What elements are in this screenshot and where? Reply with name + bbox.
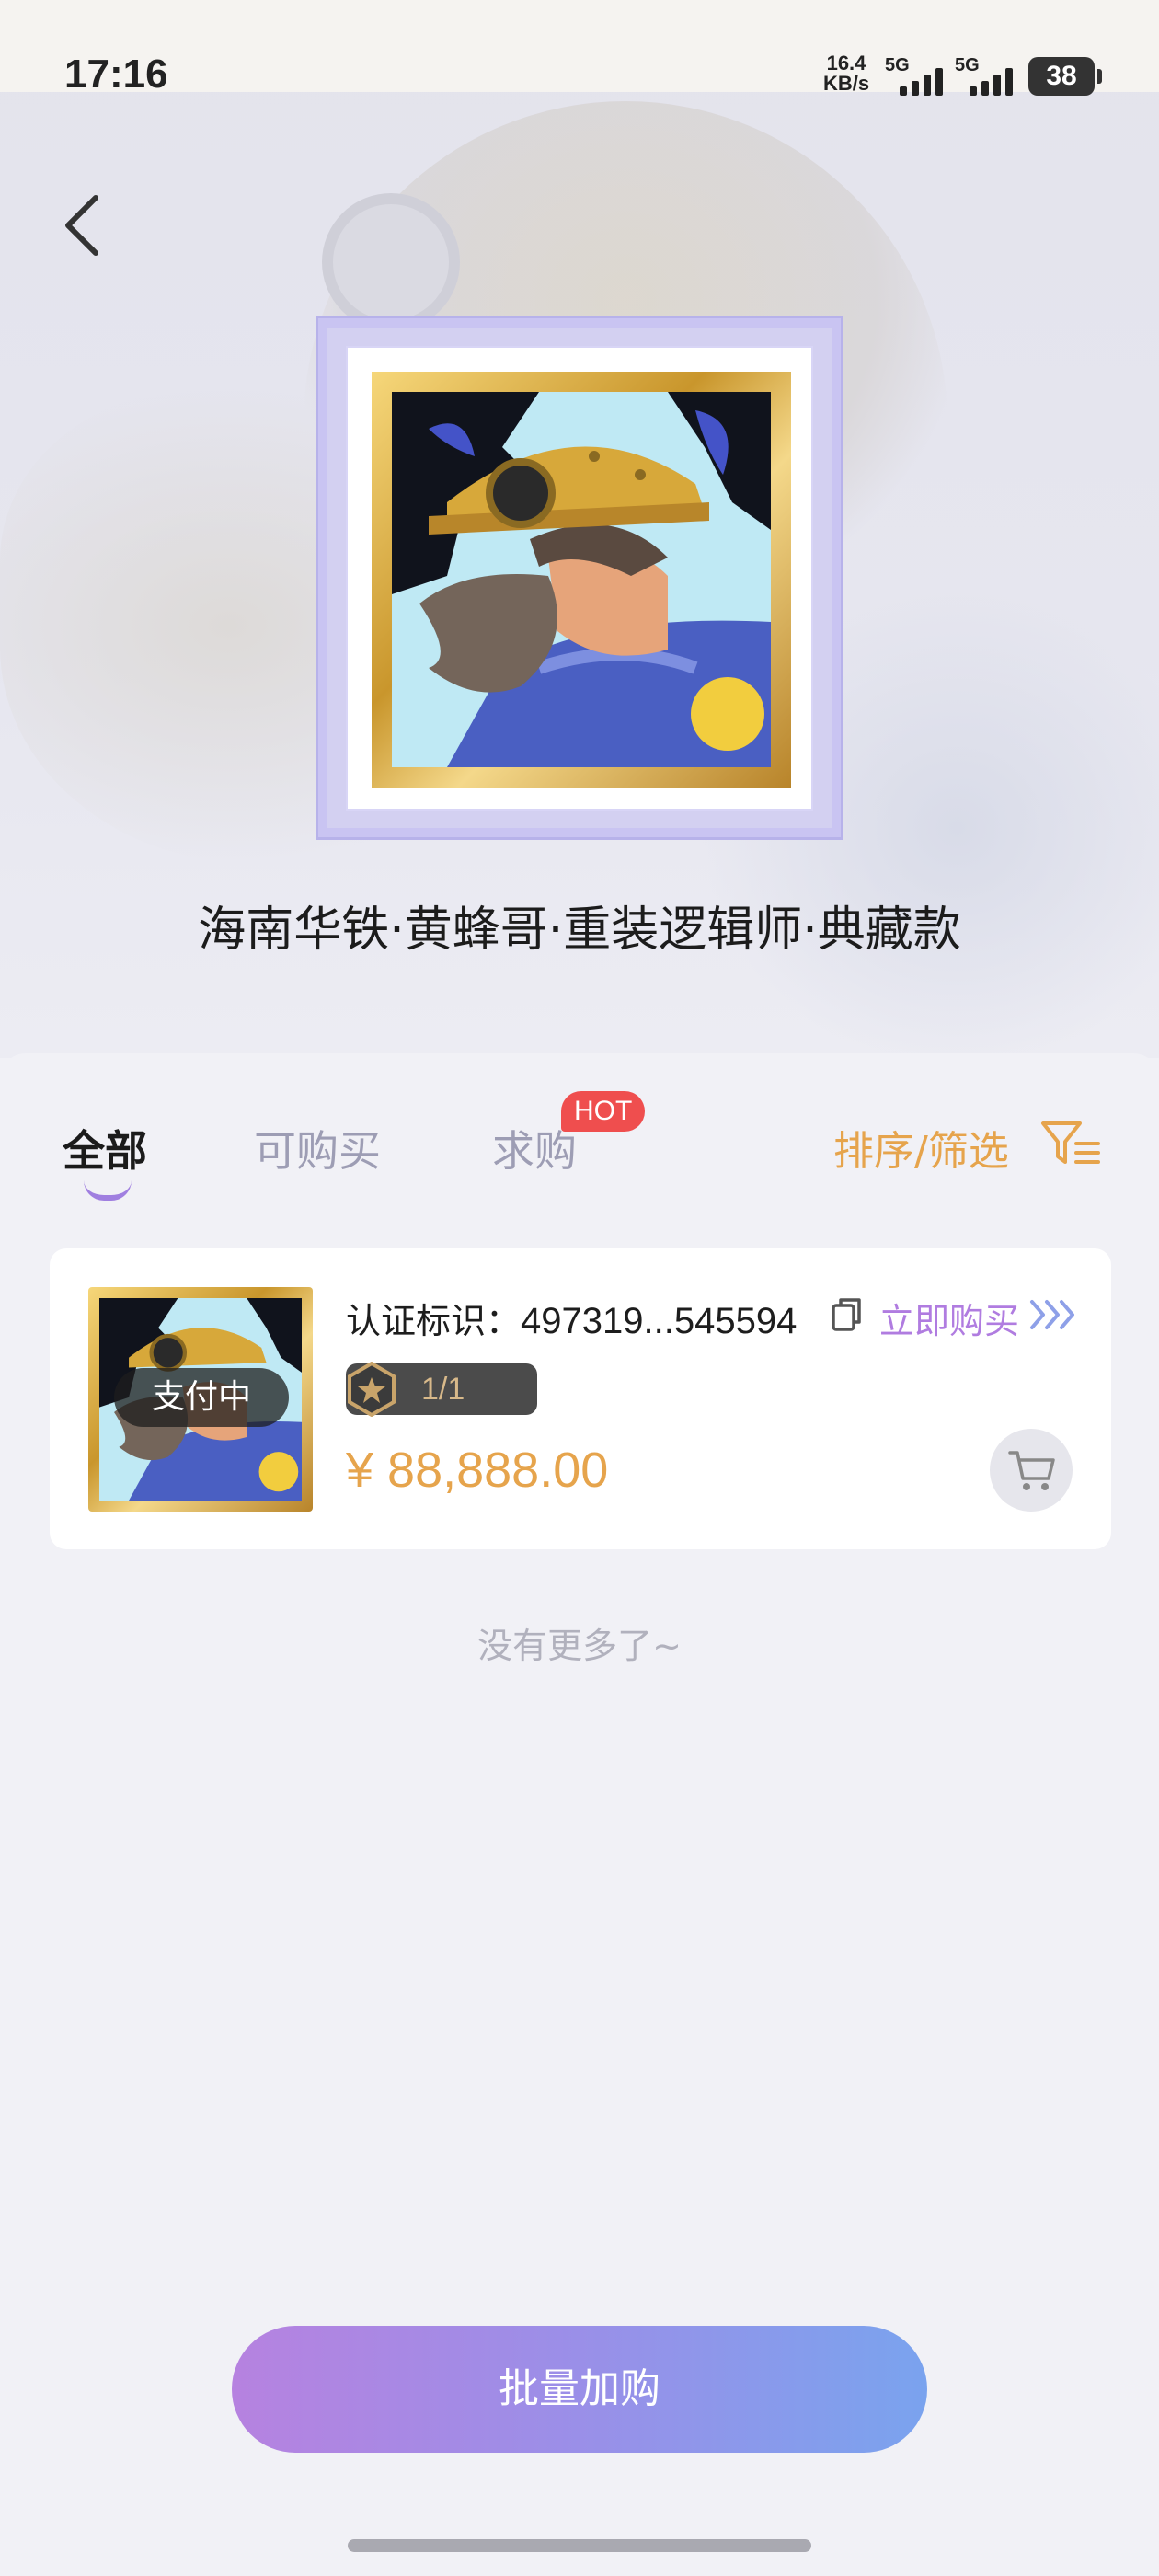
tab-available[interactable]: 可购买 — [254, 1118, 381, 1179]
signal-icon-2: 5G — [955, 55, 1028, 98]
background-lamp-shape — [322, 193, 460, 331]
certificate-id: 认证标识：497319...545594 — [346, 1293, 797, 1343]
payment-status-badge: 支付中 — [114, 1368, 289, 1427]
collectible-artwork-frame — [316, 316, 843, 840]
sort-filter-button[interactable]: 排序/筛选 — [833, 1118, 1009, 1177]
tab-all[interactable]: 全部 — [63, 1118, 147, 1179]
item-price: ¥ 88,888.00 — [346, 1443, 609, 1498]
collectible-artwork[interactable] — [372, 372, 791, 788]
hot-badge: HOT — [561, 1091, 646, 1132]
chevron-right-icon[interactable] — [1028, 1296, 1076, 1333]
end-of-list-text: 没有更多了~ — [477, 1626, 682, 1666]
network-speed-unit: KB/s — [822, 72, 870, 95]
battery-icon: 38 — [1028, 57, 1102, 96]
copy-icon[interactable] — [828, 1294, 865, 1333]
bulk-add-to-cart-button[interactable]: 批量加购 — [232, 2326, 927, 2453]
edition-number: 1/1 — [421, 1372, 465, 1407]
cart-icon — [1008, 1451, 1055, 1490]
status-time: 17:16 — [64, 52, 168, 97]
add-to-cart-button[interactable] — [990, 1429, 1073, 1512]
star-medal-icon — [348, 1362, 396, 1417]
home-indicator[interactable] — [348, 2539, 811, 2552]
network-speed: 16.4 KB/s — [819, 53, 874, 94]
page: 17:16 16.4 KB/s 5G 5G 38 海南华铁·黄蜂哥·重装逻辑师·… — [0, 0, 1159, 2576]
edition-badge: 1/1 — [346, 1362, 537, 1417]
status-bar: 17:16 16.4 KB/s 5G 5G 38 — [0, 0, 1159, 97]
certificate-label: 认证标识： — [346, 1301, 522, 1341]
certificate-value: 497319...545594 — [521, 1301, 798, 1341]
collection-title: 海南华铁·黄蜂哥·重装逻辑师·典藏款 — [198, 903, 961, 958]
back-button[interactable] — [55, 189, 120, 262]
signal-icon: 5G — [885, 55, 958, 98]
list-item[interactable]: 支付中 认证标识：497319...545594 立即购买 1/1 ¥ 88,8… — [50, 1248, 1111, 1549]
chevron-left-icon — [65, 195, 98, 256]
miner-portrait-image — [392, 392, 771, 767]
buy-now-link[interactable]: 立即购买 — [879, 1293, 1019, 1343]
filter-icon[interactable] — [1039, 1118, 1102, 1169]
network-speed-value: 16.4 — [826, 52, 866, 75]
